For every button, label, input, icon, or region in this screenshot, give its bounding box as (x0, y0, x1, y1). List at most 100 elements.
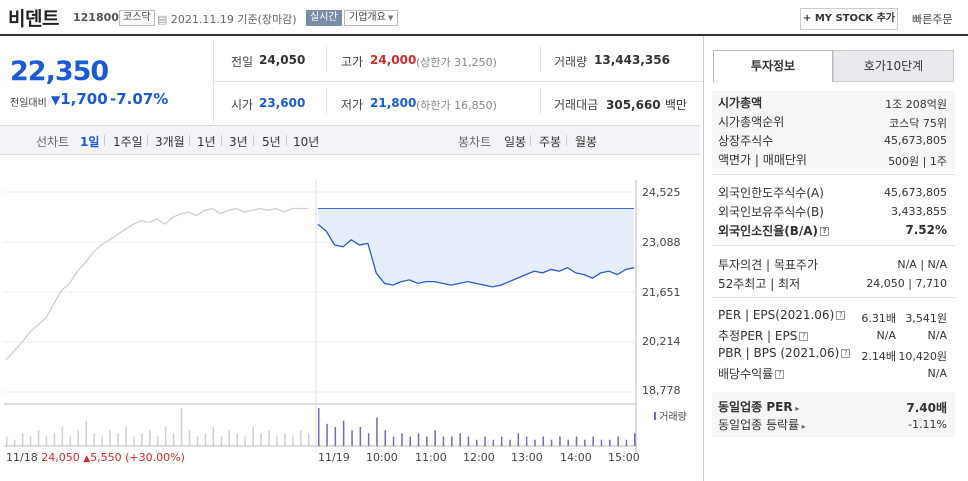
today-volume-bar (459, 433, 461, 446)
prev-volume-bar (236, 433, 238, 446)
arrow-right-icon: ▸ (792, 404, 800, 413)
prev-volume-bar (45, 436, 48, 446)
calendar-icon: ▤ (157, 13, 168, 26)
help-icon[interactable]: ? (775, 370, 785, 379)
candle-weekly[interactable]: 주봉 (539, 133, 561, 150)
prev-volume-bar (204, 433, 207, 446)
amount-label: 거래대금 (554, 98, 599, 112)
prev-volume-bar (300, 430, 302, 446)
period-3month[interactable]: 3개월 (155, 133, 185, 150)
today-volume-bar (351, 430, 353, 446)
opinion-value: N/A | N/A (897, 258, 947, 271)
prev-volume-bar (180, 408, 183, 446)
x-tick: 11/19 (318, 451, 350, 464)
today-volume-bar (476, 439, 478, 446)
prev-close-value: 24,050 (259, 53, 306, 67)
today-volume-bar (367, 433, 370, 446)
tab-hoga-10[interactable]: 호가10단계 (833, 50, 954, 82)
prev-volume-bar (133, 436, 135, 446)
market-cap-label: 시가총액 (718, 96, 763, 110)
prev-volume-bar (6, 436, 8, 446)
period-10year[interactable]: 10년 (293, 133, 319, 150)
prev-volume-bar (21, 433, 24, 446)
y-tick: 24,525 (642, 186, 681, 199)
week52-value: 24,050 | 7,710 (866, 277, 947, 290)
prev-volume-bar (260, 433, 262, 446)
today-volume-bar (525, 436, 528, 446)
today-volume-bar (484, 436, 486, 446)
tab-invest-info[interactable]: 투자정보 (713, 50, 833, 82)
today-volume-bar (451, 436, 453, 446)
today-volume-bar (384, 430, 386, 446)
industry-change-value: -1.11% (908, 418, 947, 431)
prev-volume-bar (244, 436, 246, 446)
prev-volume-bar (61, 427, 64, 446)
foreign-ratio-value: 7.52% (905, 223, 947, 237)
est-eps-value: N/A (927, 329, 947, 342)
upper-limit: (상한가 31,250) (416, 56, 497, 69)
period-5year[interactable]: 5년 (262, 133, 281, 150)
today-volume-bar (550, 439, 553, 446)
today-volume-bar (617, 436, 619, 446)
foreign-limit-value: 45,673,805 (884, 186, 947, 199)
today-volume-bar (600, 439, 603, 446)
period-1week[interactable]: 1주일 (113, 133, 143, 150)
prev-volume-bar (164, 427, 167, 446)
prev-volume-bar (284, 433, 286, 446)
today-volume-bar (500, 436, 503, 446)
realtime-button[interactable]: 실시간 (306, 10, 342, 26)
eps-value: 3,541원 (905, 312, 947, 325)
today-volume-bar (334, 427, 337, 446)
today-volume-bar (326, 423, 328, 446)
prev-volume-bar (117, 433, 119, 446)
industry-per-label[interactable]: 동일업종 PER ▸ (718, 398, 799, 415)
volume-label: 거래량 (554, 55, 588, 69)
prev-day-line (5, 207, 308, 361)
today-volume-bar (434, 430, 436, 446)
prev-volume-bar (29, 436, 32, 446)
opinion-label: 투자의견 | 목표주가 (718, 258, 818, 272)
today-volume-bar (401, 433, 403, 446)
est-per-label: 추정PER | EPS? (718, 327, 809, 344)
low-label: 저가 (341, 98, 364, 112)
x-tick: 11:00 (415, 451, 447, 464)
candle-monthly[interactable]: 월봉 (575, 133, 597, 150)
corp-info-dropdown[interactable]: 기업개요 ▼ (344, 10, 399, 26)
pbr-bps-label: PBR | BPS (2021.06)? (718, 346, 851, 360)
y-tick: 23,088 (642, 236, 681, 249)
today-volume-bar (609, 439, 611, 446)
y-tick: 18,778 (642, 384, 681, 397)
prev-volume-bar (37, 430, 40, 446)
today-volume-bar (417, 433, 420, 446)
quick-order-link[interactable]: 빠른주문 (912, 11, 952, 27)
current-price: 22,350 (10, 56, 109, 87)
prev-volume-bar (196, 436, 199, 446)
candle-daily[interactable]: 일봉 (504, 133, 526, 150)
today-volume-bar (342, 420, 345, 446)
today-volume-bar (467, 436, 470, 446)
y-tick: 21,651 (642, 286, 681, 299)
period-1year[interactable]: 1년 (197, 133, 216, 150)
prev-volume-bar (252, 427, 254, 446)
period-1day[interactable]: 1일 (80, 133, 99, 150)
amount-value: 305,660 백만 (606, 98, 687, 112)
prev-volume-bar (220, 436, 223, 446)
est-per-value: N/A (876, 329, 896, 342)
high-value: 24,000 (370, 53, 417, 67)
stock-name: 비덴트 (8, 8, 59, 30)
x-tick: 15:00 (608, 451, 640, 464)
period-3year[interactable]: 3년 (229, 133, 248, 150)
prev-volume-bar (188, 430, 191, 446)
stock-header: 비덴트 121800 코스닥 ▤ 2021.11.19 기준(장마감) 실시간 … (0, 0, 968, 36)
my-stock-add-button[interactable]: + MY STOCK 추가 (800, 8, 898, 30)
prev-volume-bar (93, 433, 95, 446)
market-cap-value: 1조 208억원 (885, 98, 947, 111)
period-bar: 선차트 1일 1주일 3개월 1년 3년 5년 10년 봉차트 일봉 주봉 월봉 (0, 125, 700, 155)
today-volume-bar (509, 439, 511, 446)
help-icon[interactable]: ? (820, 227, 830, 236)
industry-change-label[interactable]: 동일업종 등락률 ▸ (718, 416, 806, 433)
prev-volume-bar (77, 430, 79, 446)
help-icon[interactable]: ? (799, 332, 809, 341)
pbr-value: 2.14배 (861, 350, 896, 363)
market-cap-rank-label: 시가총액순위 (718, 115, 785, 129)
